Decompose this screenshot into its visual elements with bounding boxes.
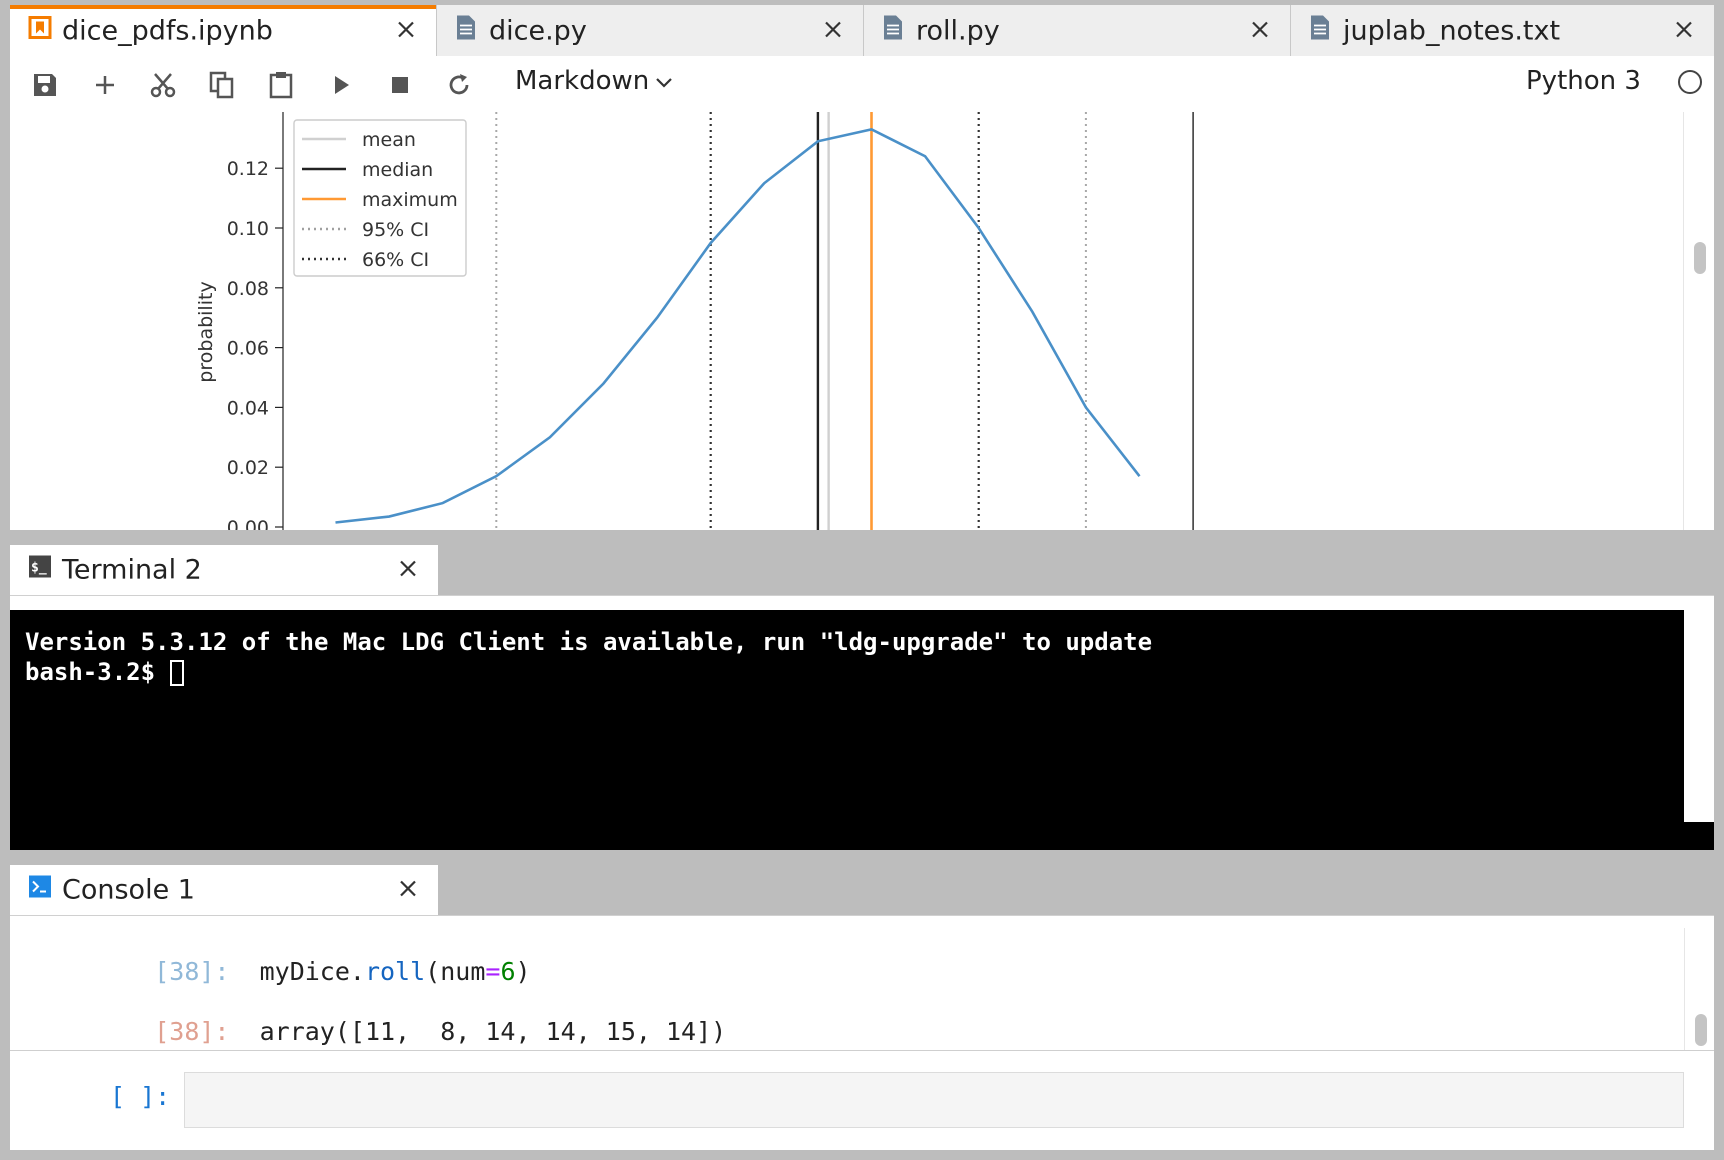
active-tab-indicator: [10, 5, 436, 9]
terminal-cursor: [169, 660, 184, 686]
notebook-icon: [28, 15, 52, 46]
tab-dice-py[interactable]: dice.py: [437, 5, 864, 56]
file-icon: [1309, 14, 1331, 47]
terminal-line: Version 5.3.12 of the Mac LDG Client is …: [25, 628, 1153, 656]
y-tick-label: 0.00: [227, 517, 269, 530]
run-icon[interactable]: [326, 70, 356, 100]
terminal-prompt: bash-3.2$: [25, 658, 170, 686]
add-icon[interactable]: [90, 70, 120, 100]
legend-label: median: [362, 159, 433, 181]
terminal-prompt-line: bash-3.2$: [25, 658, 184, 686]
tab-label: Console 1: [62, 874, 195, 906]
y-tick-label: 0.10: [227, 218, 269, 240]
tab-label: dice_pdfs.ipynb: [62, 15, 273, 46]
y-tick-label: 0.12: [227, 158, 269, 180]
close-icon[interactable]: [1674, 15, 1694, 46]
code-paren-close: ): [515, 957, 531, 986]
close-icon[interactable]: [823, 15, 843, 46]
close-icon[interactable]: [396, 15, 416, 46]
tab-label: roll.py: [916, 15, 1000, 46]
cell-type-label: Markdown: [515, 66, 650, 96]
console-output-cell: [38]: array([11, 8, 14, 14, 15, 14]): [94, 988, 726, 1075]
file-icon: [455, 14, 477, 47]
notebook-panel: 0.00 0.02 0.04 0.06 0.08 0.10 0.12 probability …: [10, 112, 1714, 530]
legend-label: maximum: [362, 189, 458, 211]
notebook-scrollbar[interactable]: [1683, 112, 1714, 530]
input-prompt: [38]:: [154, 957, 230, 986]
tab-label: juplab_notes.txt: [1343, 15, 1561, 46]
probability-chart: 0.000.020.040.060.080.100.12probability …: [195, 112, 1194, 530]
kernel-status-icon: [1678, 70, 1702, 94]
new-input-prompt: [ ]:: [110, 1082, 171, 1111]
kernel-name[interactable]: Python 3: [1526, 66, 1641, 96]
output-prompt: [38]:: [154, 1017, 230, 1046]
copy-icon[interactable]: [207, 70, 237, 100]
notebook-toolbar: Markdown Python 3: [10, 56, 1714, 113]
terminal-panel[interactable]: Version 5.3.12 of the Mac LDG Client is …: [10, 610, 1714, 850]
tab-label: Terminal 2: [62, 554, 202, 586]
file-icon: [882, 14, 904, 47]
terminal-header-strip: [10, 595, 1714, 611]
legend-label: 66% CI: [362, 249, 429, 271]
cell-type-dropdown[interactable]: Markdown: [515, 66, 673, 96]
terminal-icon: $_: [28, 555, 52, 586]
console-panel: [38]: myDice.roll(num=6) [38]: array([11…: [10, 928, 1714, 1150]
tab-roll-py[interactable]: roll.py: [864, 5, 1291, 56]
code-number: 6: [500, 957, 516, 986]
chevron-down-icon: [655, 66, 673, 96]
legend-label: mean: [362, 129, 416, 151]
restart-icon[interactable]: [444, 70, 474, 100]
code-object: myDice.: [259, 957, 365, 986]
output-text: array([11, 8, 14, 14, 15, 14]): [259, 1017, 727, 1046]
svg-text:$_: $_: [31, 561, 47, 576]
stop-icon[interactable]: [385, 70, 415, 100]
y-tick-label: 0.04: [227, 397, 269, 419]
console-icon: [28, 875, 52, 906]
console-scrollbar[interactable]: [1684, 928, 1714, 1050]
editor-tab-bar: dice_pdfs.ipynb dice.py roll.py juplab_n…: [10, 5, 1714, 56]
paste-icon[interactable]: [266, 70, 296, 100]
console-header-strip: [10, 915, 1714, 929]
tab-console-1[interactable]: Console 1: [10, 865, 438, 915]
cut-icon[interactable]: [148, 70, 178, 100]
save-icon[interactable]: [30, 70, 60, 100]
terminal-scrollbar[interactable]: [1684, 610, 1714, 822]
console-input-field[interactable]: [184, 1072, 1684, 1128]
tab-juplab-notes[interactable]: juplab_notes.txt: [1291, 5, 1714, 56]
close-icon[interactable]: [1250, 15, 1270, 46]
scrollbar-thumb[interactable]: [1695, 1014, 1707, 1046]
legend-label: 95% CI: [362, 219, 429, 241]
y-tick-label: 0.06: [227, 338, 269, 360]
code-operator: =: [485, 957, 501, 986]
close-icon[interactable]: [398, 555, 418, 586]
scrollbar-thumb[interactable]: [1694, 242, 1706, 274]
code-function: roll: [364, 957, 426, 986]
tab-terminal-2[interactable]: $_ Terminal 2: [10, 545, 438, 595]
code-paren-open: (: [425, 957, 441, 986]
tab-dice-pdfs[interactable]: dice_pdfs.ipynb: [10, 5, 437, 56]
console-divider: [10, 1050, 1714, 1051]
y-axis-label: probability: [195, 281, 217, 382]
tab-label: dice.py: [489, 15, 587, 46]
close-icon[interactable]: [398, 875, 418, 906]
y-tick-label: 0.02: [227, 457, 269, 479]
y-tick-label: 0.08: [227, 278, 269, 300]
console-tab-bar: Console 1: [10, 865, 1714, 929]
code-keyword-arg: num: [440, 957, 486, 986]
terminal-tab-bar: $_ Terminal 2: [10, 545, 1714, 611]
